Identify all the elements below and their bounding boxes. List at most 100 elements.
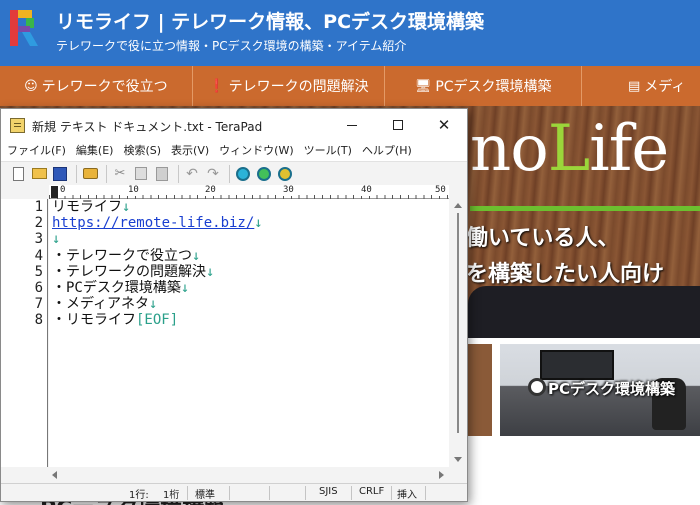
status-divider	[269, 486, 270, 500]
nav-item-pc-desk[interactable]: 🖥 PCデスク環境構築	[385, 66, 582, 106]
scroll-down-icon[interactable]	[454, 457, 462, 462]
line-number: 2	[34, 215, 43, 232]
folder-open-icon	[31, 168, 47, 179]
menu-help[interactable]: ヘルプ(H)	[362, 141, 412, 161]
scroll-up-icon[interactable]	[454, 203, 462, 208]
line-number: 3	[34, 231, 43, 248]
newline-mark: ↓	[192, 247, 201, 264]
menu-file[interactable]: ファイル(F)	[7, 141, 66, 161]
toolbar-separator	[178, 164, 179, 183]
site-logo-icon[interactable]	[6, 6, 42, 50]
clipboard-icon	[156, 166, 168, 181]
line-number: 8	[34, 312, 43, 329]
text-editor-area[interactable]: リモライフ↓ https://remote-life.biz/↓ ↓ ・テレワー…	[49, 199, 449, 467]
media-icon: ▤	[628, 78, 641, 94]
horizontal-scrollbar[interactable]	[49, 467, 449, 483]
scroll-left-icon[interactable]	[52, 471, 57, 479]
print-button[interactable]	[81, 165, 99, 183]
newline-mark: ↓	[52, 231, 61, 248]
hero-device-image	[468, 286, 700, 338]
ruler-label: 20	[204, 185, 217, 196]
nav-label: テレワークで役立つ	[41, 79, 168, 95]
hero-logo-accent: L	[547, 112, 590, 186]
text-line: ・テレワークの問題解決↓	[52, 264, 449, 280]
cut-button[interactable]: ✂	[111, 165, 129, 183]
status-divider	[187, 486, 188, 500]
ruler-label: 40	[360, 185, 373, 196]
site-tagline: テレワークで役に立つ情報・PCデスク環境の構築・アイテム紹介	[56, 39, 407, 53]
find-prev-button[interactable]	[276, 165, 294, 183]
redo-button[interactable]: ↷	[204, 165, 222, 183]
menu-edit[interactable]: 編集(E)	[76, 141, 114, 161]
printer-icon	[82, 168, 98, 179]
hero-logo-post: ife	[589, 112, 669, 186]
card-label[interactable]: PCデスク環境構築	[548, 378, 675, 399]
status-newline: CRLF	[359, 486, 385, 497]
line-number-gutter: 1 2 3 4 5 6 7 8	[1, 199, 48, 467]
smile-icon: ☺	[24, 78, 38, 94]
status-insert-mode: 挿入	[397, 490, 417, 501]
card-circle-icon	[528, 378, 546, 396]
menu-view[interactable]: 表示(V)	[171, 141, 209, 161]
newline-mark: ↓	[254, 215, 263, 232]
menu-window[interactable]: ウィンドウ(W)	[219, 141, 293, 161]
ruler-ticks	[49, 185, 449, 199]
line-number: 4	[34, 247, 43, 264]
site-nav: ☺ テレワークで役立つ ❗ テレワークの問題解決 🖥 PCデスク環境構築 ▤ メ…	[0, 66, 700, 106]
nav-item-problem-solving[interactable]: ❗ テレワークの問題解決	[193, 66, 386, 106]
find-button[interactable]	[234, 165, 252, 183]
nav-item-telework-useful[interactable]: ☺ テレワークで役立つ	[0, 66, 193, 106]
text-line: https://remote-life.biz/↓	[52, 215, 449, 231]
line-text: ・テレワークの問題解決	[52, 263, 206, 280]
minimize-button[interactable]	[329, 109, 375, 141]
toolbar-separator	[106, 164, 107, 183]
status-line: 1行:	[129, 490, 149, 501]
hero-logo-pre: no	[470, 112, 549, 186]
notepad-icon[interactable]	[10, 118, 25, 133]
article-card-thumbnail[interactable]	[468, 344, 492, 436]
new-file-icon	[12, 166, 24, 181]
line-number: 7	[34, 296, 43, 313]
menu-search[interactable]: 検索(S)	[123, 141, 161, 161]
text-line: ・リモライフ[EOF]	[52, 312, 449, 328]
menu-tools[interactable]: ツール(T)	[304, 141, 352, 161]
toolbar-separator	[76, 164, 77, 183]
vertical-scrollbar[interactable]	[449, 199, 467, 467]
status-divider	[305, 486, 306, 500]
desk-monitor-image	[540, 350, 614, 380]
status-bar: 1行: 1桁 標準 SJIS CRLF 挿入	[1, 483, 467, 501]
paste-button[interactable]	[153, 165, 171, 183]
close-icon: ✕	[437, 116, 451, 134]
line-text: リモライフ	[52, 199, 122, 215]
scissors-icon: ✂	[114, 166, 126, 181]
close-button[interactable]: ✕	[421, 109, 467, 141]
open-button[interactable]	[30, 165, 48, 183]
redo-icon: ↷	[207, 165, 219, 182]
text-line: リモライフ↓	[52, 199, 449, 215]
scroll-right-icon[interactable]	[439, 471, 444, 479]
undo-button[interactable]: ↶	[183, 165, 201, 183]
line-text: ・PCデスク環境構築	[52, 279, 181, 296]
maximize-button[interactable]	[375, 109, 421, 141]
save-button[interactable]	[51, 165, 69, 183]
window-title: 新規 テキスト ドキュメント.txt - TeraPad	[32, 120, 263, 134]
site-header: リモライフ | テレワーク情報、PCデスク環境構築 テレワークで役に立つ情報・P…	[0, 0, 700, 66]
status-divider	[425, 486, 426, 500]
url-link[interactable]: https://remote-life.biz/	[52, 215, 254, 231]
ruler-corner	[1, 185, 49, 199]
text-line: ↓	[52, 231, 449, 247]
new-file-button[interactable]	[9, 165, 27, 183]
line-text: ・メディアネタ	[52, 296, 150, 313]
ruler-label: 0	[59, 185, 67, 196]
site-title[interactable]: リモライフ | テレワーク情報、PCデスク環境構築	[56, 7, 484, 34]
magnifier-next-icon	[257, 166, 271, 181]
nav-item-media[interactable]: ▤ メディ	[582, 66, 700, 106]
newline-mark: ↓	[149, 296, 158, 313]
title-bar[interactable]: 新規 テキスト ドキュメント.txt - TeraPad ✕	[1, 109, 467, 141]
floppy-disk-icon	[53, 166, 67, 181]
copy-icon	[135, 167, 147, 180]
status-mode: 標準	[195, 490, 215, 501]
find-next-button[interactable]	[255, 165, 273, 183]
scroll-thumb[interactable]	[457, 213, 459, 433]
copy-button[interactable]	[132, 165, 150, 183]
